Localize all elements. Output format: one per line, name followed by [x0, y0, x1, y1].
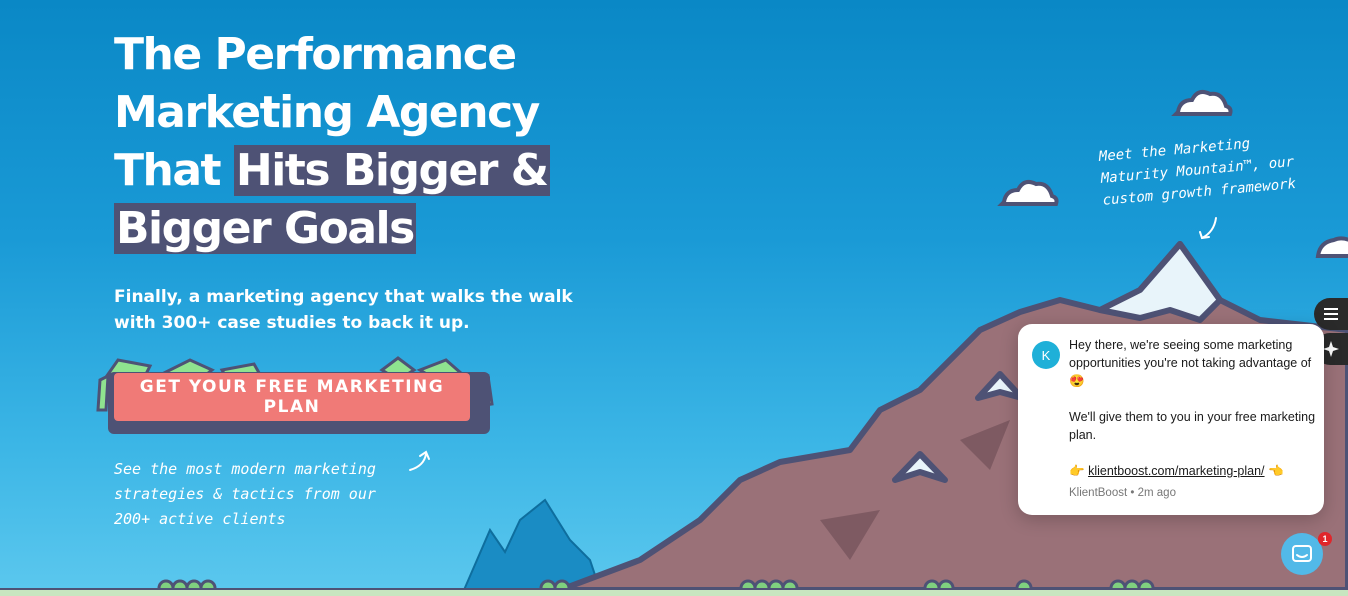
chat-launcher-button[interactable]	[1281, 533, 1323, 575]
note-line: 200+ active clients	[114, 510, 286, 528]
chat-message: We'll give them to you in your free mark…	[1069, 410, 1316, 442]
chat-message-card[interactable]: K Hey there, we're seeing some marketing…	[1018, 324, 1324, 515]
chat-time: 2m ago	[1137, 487, 1176, 499]
handwritten-note-clients: See the most modern marketing strategies…	[114, 457, 414, 532]
cloud-icon	[1315, 236, 1348, 258]
back-hills	[462, 498, 602, 591]
pointing-left-icon: 👈	[1268, 464, 1284, 478]
chat-meta: KlientBoost • 2m ago	[1069, 487, 1176, 499]
note-line: strategies & tactics from our	[114, 485, 376, 503]
cta-container: GET YOUR FREE MARKETING PLAN	[100, 356, 494, 438]
hero-title: The Performance Marketing Agency That Hi…	[114, 26, 574, 258]
chat-icon	[1292, 545, 1312, 562]
list-icon	[1324, 308, 1338, 320]
marketing-plan-link[interactable]: klientboost.com/marketing-plan/	[1088, 464, 1264, 478]
chat-sender: KlientBoost	[1069, 487, 1128, 499]
ground	[0, 588, 1348, 596]
unread-badge: 1	[1318, 532, 1332, 546]
list-button[interactable]	[1314, 298, 1348, 330]
hero-subtitle: Finally, a marketing agency that walks t…	[114, 287, 573, 333]
avatar: K	[1032, 341, 1060, 369]
arrow-icon	[1199, 217, 1217, 240]
sparkle-icon	[1323, 341, 1339, 357]
pointing-right-icon: 👉	[1069, 464, 1085, 478]
note-line: See the most modern marketing	[114, 460, 376, 478]
cloud-icon	[1171, 90, 1233, 116]
cloud-icon	[997, 180, 1059, 206]
free-marketing-plan-button[interactable]: GET YOUR FREE MARKETING PLAN	[114, 373, 470, 421]
chat-message: Hey there, we're seeing some marketing o…	[1069, 338, 1312, 388]
chat-body: Hey there, we're seeing some marketing o…	[1069, 336, 1317, 502]
chat-link-row: 👉 klientboost.com/marketing-plan/ 👈	[1069, 462, 1317, 480]
